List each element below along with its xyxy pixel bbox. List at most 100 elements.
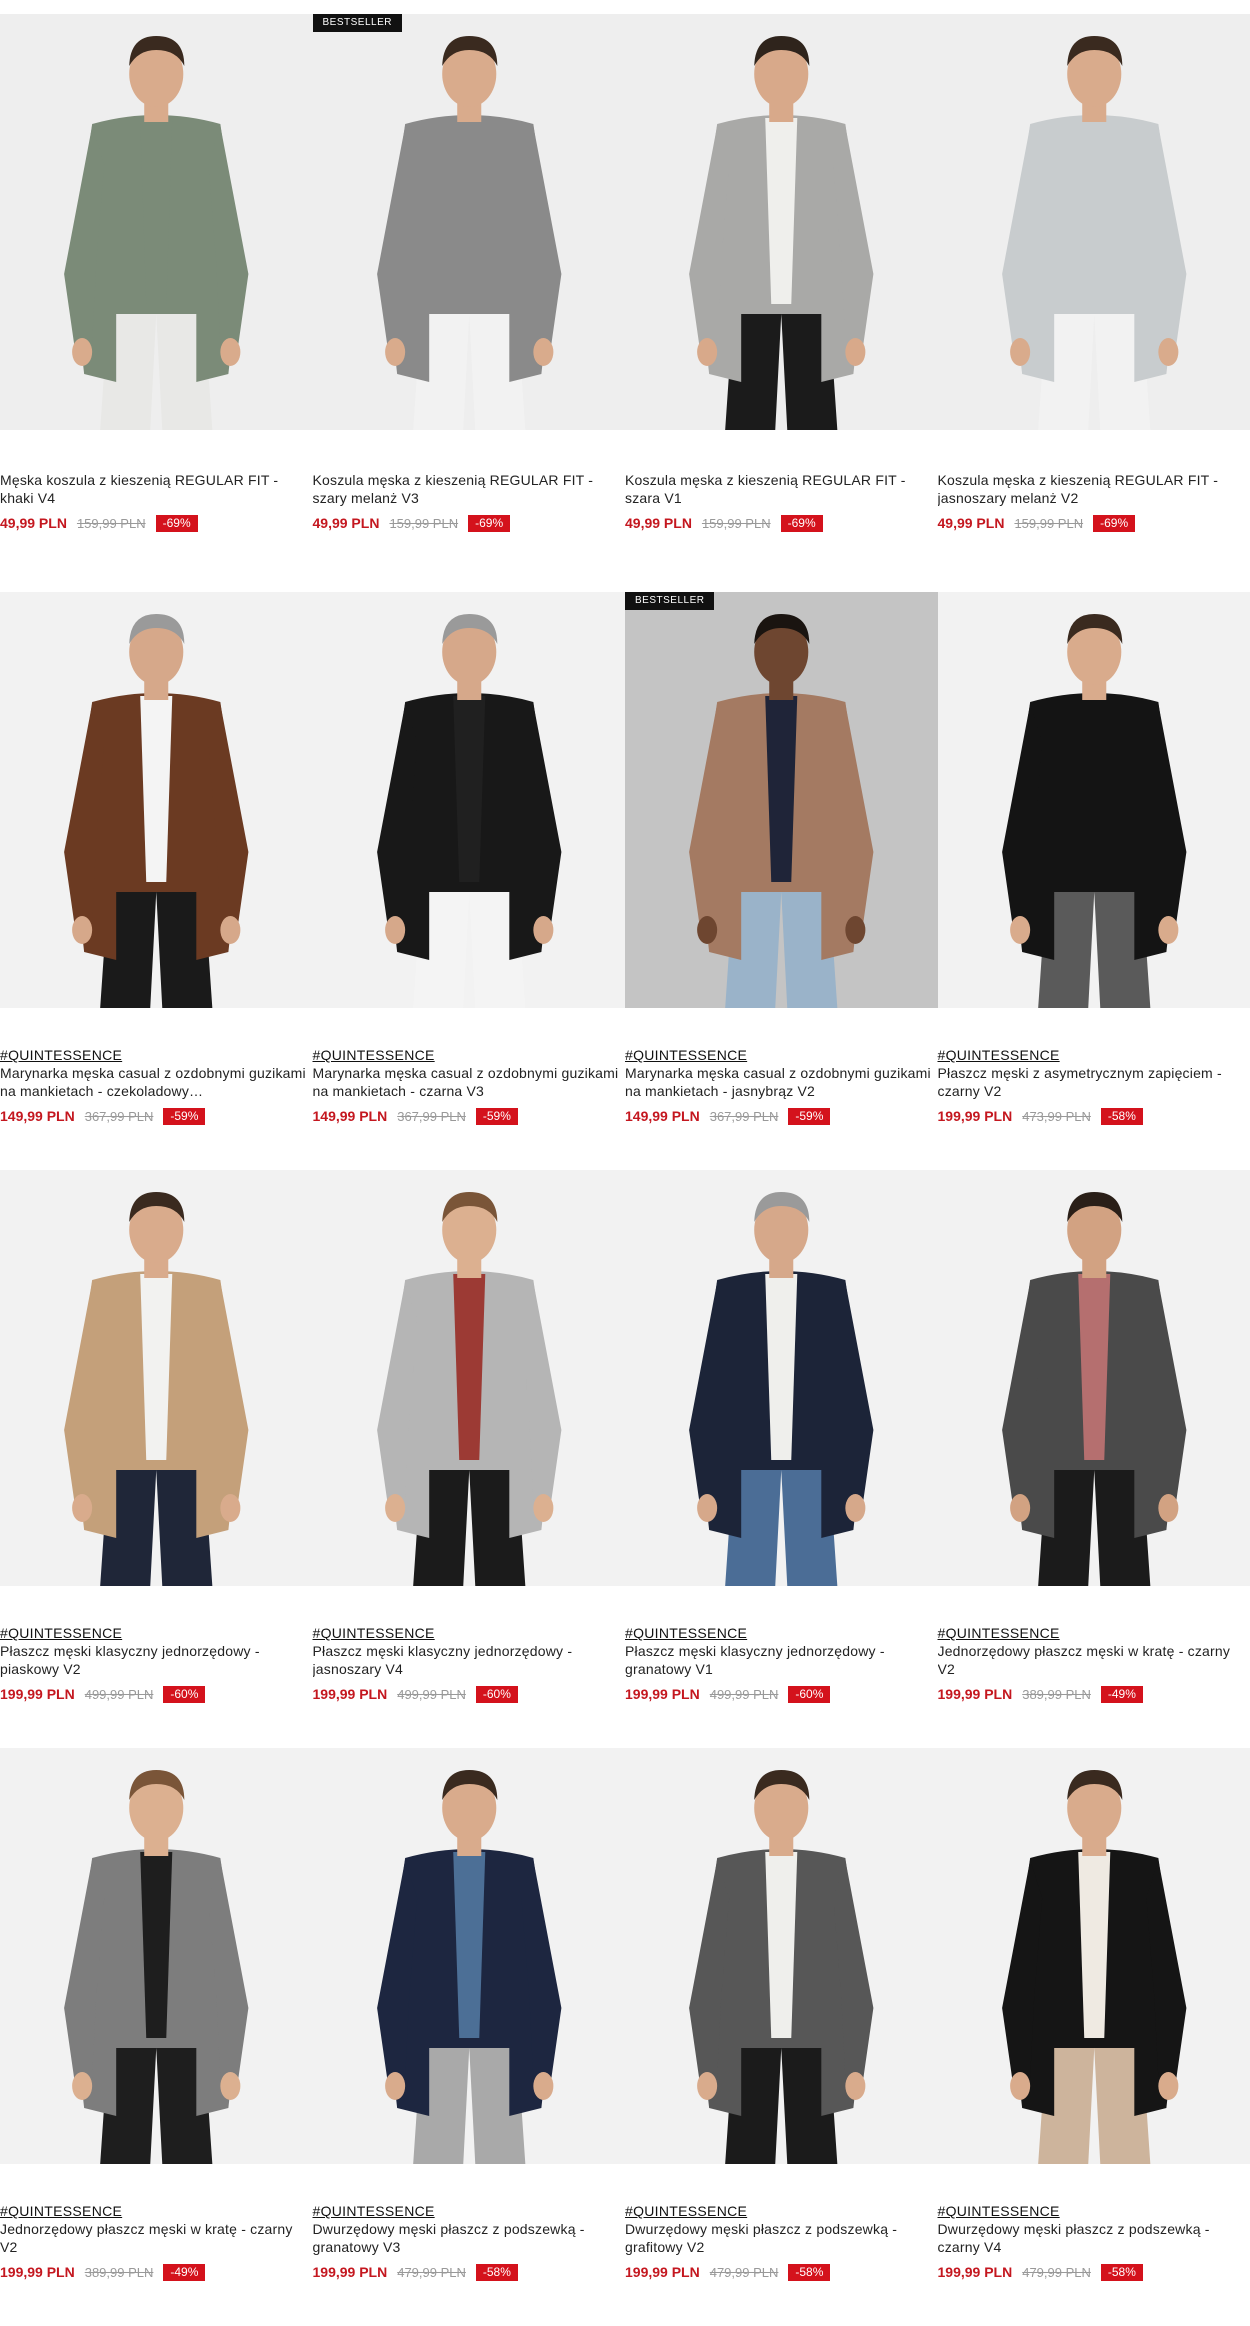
product-title[interactable]: Dwurzędowy męski płaszcz z podszewką - g… xyxy=(625,2220,933,2256)
original-price: 479,99 PLN xyxy=(710,2265,779,2280)
product-image[interactable] xyxy=(938,1170,1250,1586)
product-image[interactable] xyxy=(313,592,626,1008)
discount-badge: -69% xyxy=(156,515,198,532)
product-row: #QUINTESSENCEMarynarka męska casual z oz… xyxy=(0,592,1250,1170)
discount-badge: -58% xyxy=(1101,1108,1143,1125)
price-row: 199,99 PLN499,99 PLN-60% xyxy=(0,1685,308,1703)
product-card[interactable]: #QUINTESSENCEJednorzędowy płaszcz męski … xyxy=(938,1170,1250,1748)
product-row: Męska koszula z kieszenią REGULAR FIT - … xyxy=(0,14,1250,592)
product-title[interactable]: Dwurzędowy męski płaszcz z podszewką - c… xyxy=(938,2220,1246,2256)
product-title[interactable]: Jednorzędowy płaszcz męski w kratę - cza… xyxy=(0,2220,308,2256)
product-title[interactable]: Marynarka męska casual z ozdobnymi guzik… xyxy=(0,1064,308,1100)
product-title[interactable]: Jednorzędowy płaszcz męski w kratę - cza… xyxy=(938,1642,1246,1678)
price-row: 199,99 PLN499,99 PLN-60% xyxy=(313,1685,621,1703)
product-row: #QUINTESSENCEJednorzędowy płaszcz męski … xyxy=(0,1748,1250,2326)
product-card[interactable]: BESTSELLER Koszula męska z kieszenią REGU… xyxy=(313,14,626,592)
discount-badge: -49% xyxy=(163,2264,205,2281)
price-row: 149,99 PLN367,99 PLN-59% xyxy=(0,1107,308,1125)
product-image[interactable] xyxy=(625,1170,938,1586)
product-card[interactable]: #QUINTESSENCEPłaszcz męski klasyczny jed… xyxy=(313,1170,626,1748)
product-card[interactable]: BESTSELLER #QUINTESSENCEMarynarka męska c… xyxy=(625,592,938,1170)
brand-link[interactable]: #QUINTESSENCE xyxy=(938,2203,1246,2220)
product-title[interactable]: Płaszcz męski klasyczny jednorzędowy - p… xyxy=(0,1642,308,1678)
model-figure xyxy=(0,592,313,1008)
product-info: Męska koszula z kieszenią REGULAR FIT - … xyxy=(0,449,312,532)
product-title[interactable]: Płaszcz męski klasyczny jednorzędowy - g… xyxy=(625,1642,933,1678)
product-title[interactable]: Płaszcz męski klasyczny jednorzędowy - j… xyxy=(313,1642,621,1678)
product-info: #QUINTESSENCEJednorzędowy płaszcz męski … xyxy=(938,1605,1250,1703)
price-row: 199,99 PLN389,99 PLN-49% xyxy=(0,2263,308,2281)
product-card[interactable]: #QUINTESSENCEDwurzędowy męski płaszcz z … xyxy=(938,1748,1250,2326)
sale-price: 49,99 PLN xyxy=(625,515,692,531)
product-info: Koszula męska z kieszenią REGULAR FIT - … xyxy=(313,449,625,532)
product-title[interactable]: Płaszcz męski z asymetrycznym zapięciem … xyxy=(938,1064,1246,1100)
product-image[interactable] xyxy=(313,1170,626,1586)
product-image[interactable] xyxy=(0,1748,313,2164)
product-card[interactable]: Koszula męska z kieszenią REGULAR FIT - … xyxy=(938,14,1250,592)
product-card[interactable]: #QUINTESSENCEPłaszcz męski klasyczny jed… xyxy=(625,1170,938,1748)
product-image[interactable] xyxy=(938,592,1250,1008)
discount-badge: -59% xyxy=(476,1108,518,1125)
product-title[interactable]: Marynarka męska casual z ozdobnymi guzik… xyxy=(313,1064,621,1100)
model-figure xyxy=(938,592,1250,1008)
brand-link[interactable]: #QUINTESSENCE xyxy=(313,2203,621,2220)
price-row: 49,99 PLN159,99 PLN-69% xyxy=(938,514,1246,532)
brand-link[interactable]: #QUINTESSENCE xyxy=(313,1625,621,1642)
product-title[interactable]: Męska koszula z kieszenią REGULAR FIT - … xyxy=(0,471,308,507)
product-image[interactable] xyxy=(0,14,313,430)
brand-link[interactable]: #QUINTESSENCE xyxy=(313,1047,621,1064)
brand-link[interactable]: #QUINTESSENCE xyxy=(938,1625,1246,1642)
product-title[interactable]: Dwurzędowy męski płaszcz z podszewką - g… xyxy=(313,2220,621,2256)
product-info: #QUINTESSENCEMarynarka męska casual z oz… xyxy=(0,1027,312,1125)
product-title[interactable]: Koszula męska z kieszenią REGULAR FIT - … xyxy=(313,471,621,507)
original-price: 499,99 PLN xyxy=(85,1687,154,1702)
product-image[interactable]: BESTSELLER xyxy=(313,14,626,430)
product-image[interactable] xyxy=(625,1748,938,2164)
original-price: 473,99 PLN xyxy=(1022,1109,1091,1124)
product-image[interactable] xyxy=(938,14,1250,430)
sale-price: 199,99 PLN xyxy=(313,1686,388,1702)
discount-badge: -60% xyxy=(788,1686,830,1703)
product-card[interactable]: #QUINTESSENCEMarynarka męska casual z oz… xyxy=(0,592,313,1170)
discount-badge: -58% xyxy=(476,2264,518,2281)
product-card[interactable]: #QUINTESSENCEPłaszcz męski klasyczny jed… xyxy=(0,1170,313,1748)
sale-price: 199,99 PLN xyxy=(938,2264,1013,2280)
discount-badge: -60% xyxy=(476,1686,518,1703)
product-card[interactable]: #QUINTESSENCEDwurzędowy męski płaszcz z … xyxy=(313,1748,626,2326)
product-info: #QUINTESSENCEDwurzędowy męski płaszcz z … xyxy=(938,2183,1250,2281)
product-card[interactable]: #QUINTESSENCEJednorzędowy płaszcz męski … xyxy=(0,1748,313,2326)
product-card[interactable]: #QUINTESSENCEDwurzędowy męski płaszcz z … xyxy=(625,1748,938,2326)
product-card[interactable]: #QUINTESSENCEPłaszcz męski z asymetryczn… xyxy=(938,592,1250,1170)
product-image[interactable] xyxy=(0,1170,313,1586)
price-row: 199,99 PLN479,99 PLN-58% xyxy=(313,2263,621,2281)
discount-badge: -59% xyxy=(163,1108,205,1125)
bestseller-badge: BESTSELLER xyxy=(625,592,714,610)
product-info: #QUINTESSENCEDwurzędowy męski płaszcz z … xyxy=(313,2183,625,2281)
product-image[interactable]: BESTSELLER xyxy=(625,592,938,1008)
brand-link[interactable]: #QUINTESSENCE xyxy=(938,1047,1246,1064)
brand-link[interactable]: #QUINTESSENCE xyxy=(625,1047,933,1064)
discount-badge: -69% xyxy=(468,515,510,532)
sale-price: 199,99 PLN xyxy=(938,1108,1013,1124)
original-price: 389,99 PLN xyxy=(1022,1687,1091,1702)
product-image[interactable] xyxy=(0,592,313,1008)
product-title[interactable]: Koszula męska z kieszenią REGULAR FIT - … xyxy=(938,471,1246,507)
model-figure xyxy=(938,1170,1250,1586)
original-price: 367,99 PLN xyxy=(85,1109,154,1124)
product-title[interactable]: Koszula męska z kieszenią REGULAR FIT - … xyxy=(625,471,933,507)
model-figure xyxy=(313,592,626,1008)
product-image[interactable] xyxy=(313,1748,626,2164)
product-card[interactable]: Koszula męska z kieszenią REGULAR FIT - … xyxy=(625,14,938,592)
product-image[interactable] xyxy=(938,1748,1250,2164)
brand-link[interactable]: #QUINTESSENCE xyxy=(0,2203,308,2220)
product-info: #QUINTESSENCEDwurzędowy męski płaszcz z … xyxy=(625,2183,937,2281)
brand-link[interactable]: #QUINTESSENCE xyxy=(625,1625,933,1642)
brand-link[interactable]: #QUINTESSENCE xyxy=(0,1047,308,1064)
product-image[interactable] xyxy=(625,14,938,430)
product-card[interactable]: Męska koszula z kieszenią REGULAR FIT - … xyxy=(0,14,313,592)
product-title[interactable]: Marynarka męska casual z ozdobnymi guzik… xyxy=(625,1064,933,1100)
product-card[interactable]: #QUINTESSENCEMarynarka męska casual z oz… xyxy=(313,592,626,1170)
brand-link[interactable]: #QUINTESSENCE xyxy=(625,2203,933,2220)
brand-link[interactable]: #QUINTESSENCE xyxy=(0,1625,308,1642)
sale-price: 149,99 PLN xyxy=(313,1108,388,1124)
